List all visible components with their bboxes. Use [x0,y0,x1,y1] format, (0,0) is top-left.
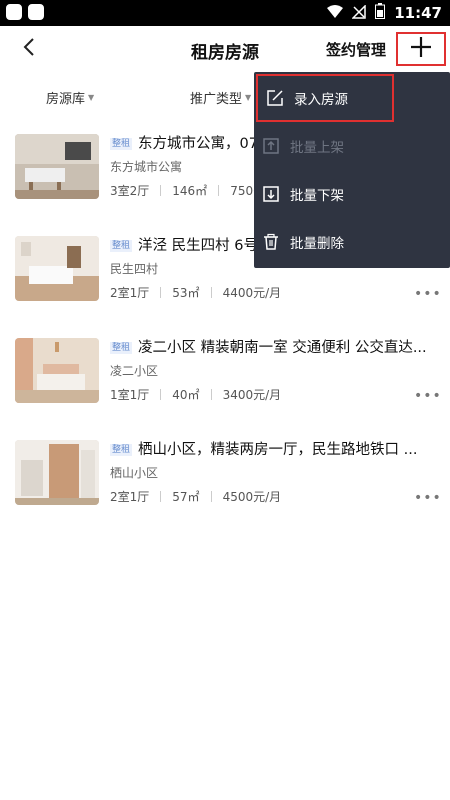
edit-icon [266,89,284,107]
listing-layout: 2室1厅 [110,286,150,300]
upload-icon [262,137,280,155]
listing-area: 57㎡ [172,490,200,504]
listing-meta: 1室1厅 40㎡ 3400元/月 [110,386,281,403]
menu-item-add-listing[interactable]: 录入房源 [256,74,394,122]
wifi-icon [327,4,344,23]
caret-down-icon: ▼ [245,93,252,102]
more-options-button[interactable]: ••• [414,286,442,302]
no-signal-icon [351,3,366,23]
divider [160,389,162,400]
notification-square-icon [6,4,22,20]
listing-item[interactable]: 整租 栖山小区，精装两房一厅，民生路地铁口 ... 栖山小区 2室1厅 57㎡ … [0,430,450,532]
rent-type-tag: 整租 [110,240,133,252]
listing-photo [15,134,99,199]
status-notifications [6,4,44,20]
notification-square-icon [28,4,44,20]
listing-title: 栖山小区，精装两房一厅，民生路地铁口 ... [138,442,418,458]
filter-promotion-type[interactable]: 推广类型 ▼ [190,88,251,107]
rent-type-tag: 整租 [110,138,133,150]
listing-community: 栖山小区 [110,466,159,480]
menu-item-label: 批量删除 [290,236,344,252]
listing-photo [15,338,99,403]
menu-item-batch-list[interactable]: 批量上架 [254,122,450,170]
filter-listing-pool[interactable]: 房源库 ▼ [46,88,94,107]
listing-layout: 3室2厅 [110,184,150,198]
listing-area: 53㎡ [172,286,200,300]
more-options-button[interactable]: ••• [414,388,442,404]
app-header: 租房房源 签约管理 [0,26,450,72]
menu-item-batch-delete[interactable]: 批量删除 [254,218,450,266]
plus-icon [410,36,432,62]
add-button[interactable] [396,32,446,66]
menu-item-label: 录入房源 [294,92,348,108]
divider [210,287,212,298]
menu-item-batch-delist[interactable]: 批量下架 [254,170,450,218]
listing-photo [15,236,99,301]
trash-icon [262,233,280,251]
listing-layout: 1室1厅 [110,388,150,402]
listing-area: 40㎡ [172,388,200,402]
status-time: 11:47 [394,4,442,22]
menu-item-label: 批量上架 [290,140,344,156]
filter-label: 房源库 [46,92,86,107]
back-button[interactable] [16,36,42,62]
listing-community: 民生四村 [110,262,159,276]
listing-meta: 2室1厅 53㎡ 4400元/月 [110,284,281,301]
divider [210,491,212,502]
action-menu: 录入房源 批量上架 批量下架 批量删除 [254,72,450,268]
battery-icon [375,3,386,23]
rent-type-tag: 整租 [110,342,133,354]
menu-item-label: 批量下架 [290,188,344,204]
divider [160,185,162,196]
download-icon [262,185,280,203]
sign-management-button[interactable]: 签约管理 [326,39,386,60]
listing-title: 凌二小区 精装朝南一室 交通便利 公交直达... [138,340,427,356]
listing-price: 3400元/月 [222,388,282,402]
caret-down-icon: ▼ [88,93,95,102]
listing-item[interactable]: 整租 凌二小区 精装朝南一室 交通便利 公交直达... 凌二小区 1室1厅 40… [0,328,450,430]
listing-community: 东方城市公寓 [110,160,183,174]
more-options-button[interactable]: ••• [414,490,442,506]
rent-type-tag: 整租 [110,444,133,456]
listing-meta: 3室2厅 146㎡ 7500 [110,182,261,199]
listing-price: 4500元/月 [222,490,282,504]
listing-layout: 2室1厅 [110,490,150,504]
listing-price: 4400元/月 [222,286,282,300]
filter-label: 推广类型 [190,92,243,107]
divider [218,185,220,196]
divider [210,389,212,400]
divider [160,287,162,298]
listing-community: 凌二小区 [110,364,159,378]
listing-area: 146㎡ [172,184,208,198]
divider [160,491,162,502]
status-bar: 11:47 [0,0,450,26]
listing-photo [15,440,99,505]
chevron-left-icon [22,37,36,61]
listing-meta: 2室1厅 57㎡ 4500元/月 [110,488,281,505]
